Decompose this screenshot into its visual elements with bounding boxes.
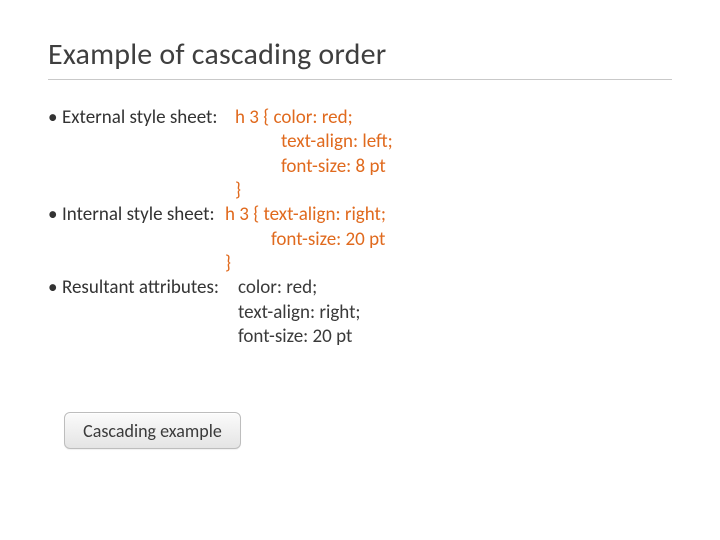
slide-title: Example of cascading order <box>48 36 672 73</box>
bullet-dot: • <box>48 276 62 300</box>
slide-body: • External style sheet: h 3 { color: red… <box>48 106 672 349</box>
int-prop2: font-size: 20 pt <box>271 228 385 251</box>
cascading-example-button[interactable]: Cascading example <box>64 412 241 449</box>
title-underline <box>48 79 672 80</box>
external-code: h 3 { color: red; text-align: left; font… <box>235 106 393 203</box>
bullet-internal: • Internal style sheet: h 3 { text-align… <box>48 203 672 276</box>
button-label: Cascading example <box>83 420 222 442</box>
ext-close: } <box>235 179 241 202</box>
slide: Example of cascading order • External st… <box>0 0 720 540</box>
bullet-dot: • <box>48 106 62 130</box>
res-prop1: color: red; <box>238 276 317 299</box>
res-prop3: font-size: 20 pt <box>238 325 352 348</box>
bullet-dot: • <box>48 203 62 227</box>
external-label: External style sheet: <box>62 106 235 130</box>
bullet-external: • External style sheet: h 3 { color: red… <box>48 106 672 203</box>
internal-code: h 3 { text-align: right; font-size: 20 p… <box>225 203 386 276</box>
bullet-resultant: • Resultant attributes: color: red; text… <box>48 276 672 349</box>
resultant-code: color: red; text-align: right; font-size… <box>238 276 361 349</box>
internal-label: Internal style sheet: <box>62 203 225 227</box>
int-prop1: text-align: right; <box>263 203 386 226</box>
ext-selector: h 3 { <box>235 106 273 129</box>
res-prop2: text-align: right; <box>238 301 361 324</box>
int-close: } <box>225 252 231 275</box>
int-selector: h 3 { <box>225 203 263 226</box>
ext-prop1: color: red; <box>273 106 352 129</box>
ext-prop3: font-size: 8 pt <box>281 155 386 178</box>
resultant-label: Resultant attributes: <box>62 276 238 300</box>
ext-prop2: text-align: left; <box>281 130 393 153</box>
